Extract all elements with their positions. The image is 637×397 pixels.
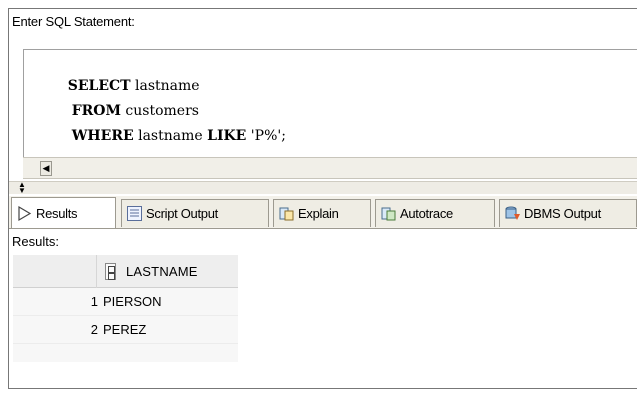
tab-results[interactable]: Results	[11, 197, 116, 228]
results-grid: LASTNAME 1 PIERSON 2 PEREZ	[13, 255, 238, 362]
cell-lastname[interactable]: PEREZ	[103, 316, 146, 344]
sql-text: 'P%';	[246, 128, 286, 144]
tab-label: Autotrace	[400, 206, 453, 221]
tab-label: Script Output	[146, 206, 218, 221]
grid-empty-area	[13, 344, 238, 362]
pane-splitter[interactable]: ▲ ▼	[9, 181, 637, 195]
column-header-label: LASTNAME	[126, 264, 198, 279]
sort-icon[interactable]	[105, 263, 116, 280]
grid-header: LASTNAME	[13, 255, 238, 288]
column-header-lastname[interactable]: LASTNAME	[96, 255, 238, 288]
sql-statement-label: Enter SQL Statement:	[12, 14, 135, 29]
explain-icon	[279, 207, 294, 221]
table-row[interactable]: 2 PEREZ	[13, 316, 238, 344]
tab-label: Explain	[298, 206, 339, 221]
results-label: Results:	[12, 234, 59, 249]
tab-dbms-output[interactable]: DBMS Output	[499, 199, 637, 227]
splitter-arrows-icon[interactable]: ▲ ▼	[18, 181, 26, 195]
tab-autotrace[interactable]: Autotrace	[375, 199, 495, 227]
sql-line-3: WHERE lastname LIKE 'P%';	[45, 112, 286, 160]
sql-editor[interactable]: SELECT lastname FROM customers WHERE las…	[23, 49, 637, 157]
autotrace-icon	[381, 207, 396, 221]
horizontal-scrollbar[interactable]: ◀	[23, 157, 637, 179]
sql-keyword: LIKE	[207, 128, 247, 144]
script-icon	[127, 206, 142, 221]
play-icon	[18, 205, 32, 221]
tab-label: Results	[36, 205, 78, 221]
tab-label: DBMS Output	[524, 206, 601, 221]
scroll-left-icon[interactable]: ◀	[40, 161, 52, 176]
table-row[interactable]: 1 PIERSON	[13, 288, 238, 316]
cell-lastname[interactable]: PIERSON	[103, 288, 162, 316]
sql-text: lastname	[133, 128, 208, 144]
tab-script-output[interactable]: Script Output	[121, 199, 269, 227]
dbms-output-icon	[505, 206, 520, 220]
tab-explain[interactable]: Explain	[273, 199, 371, 227]
output-tabs: Results Script Output Explain Autotrace …	[9, 196, 637, 229]
row-number: 1	[90, 294, 98, 309]
row-number: 2	[90, 322, 98, 337]
sql-keyword: WHERE	[71, 128, 134, 144]
sql-worksheet: Enter SQL Statement: SELECT lastname FRO…	[8, 8, 637, 389]
